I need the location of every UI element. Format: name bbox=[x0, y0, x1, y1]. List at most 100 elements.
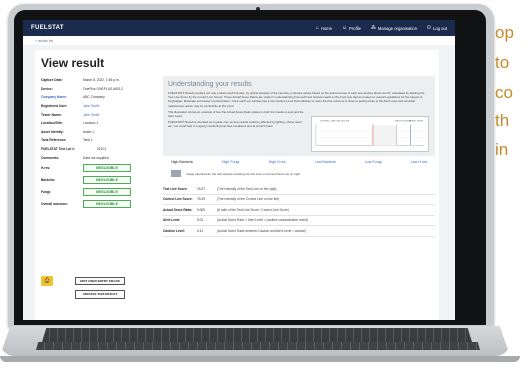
captured-image-row: Image captured for the test window showi… bbox=[171, 170, 300, 177]
score-value: 0.11 bbox=[197, 228, 203, 233]
table-row: Alert Level: 0.01 (Actual Score Ratio > Al… bbox=[163, 216, 435, 226]
field-row: Location/Site: Location 1 bbox=[41, 119, 151, 128]
archive-result-button[interactable]: ARCHIVE THIS RESULT bbox=[75, 290, 125, 299]
status-row-fungi: Fungi: NEGLIGIBLE bbox=[41, 186, 151, 198]
field-value: Asset 1 bbox=[83, 129, 94, 134]
status-badge: NEGLIGIBLE bbox=[83, 163, 131, 172]
field-value: Data not supplied bbox=[83, 155, 109, 160]
field-row: Asset Identity: Asset 1 bbox=[41, 128, 151, 137]
score-ratio-illustration: CONTROL LINE & ALGOCIDE CAUTION LEVEL AL… bbox=[311, 116, 429, 152]
edit-user-entry-fields-button[interactable]: EDIT USER ENTRY FIELDS bbox=[75, 276, 125, 286]
tab-high-hres[interactable]: High H.res bbox=[269, 160, 286, 164]
registered-user-link[interactable]: John Smith bbox=[83, 104, 100, 108]
field-label: Device: bbox=[41, 86, 53, 91]
result-page: View result Capture Date: March 8, 2022, … bbox=[35, 50, 439, 320]
print-icon[interactable]: ⎙ bbox=[41, 276, 53, 286]
nav-logout[interactable]: ⏻ Log out bbox=[427, 25, 447, 31]
score-label: Caution Level: bbox=[163, 228, 185, 233]
tab-low-bacteria[interactable]: Low Bacteria bbox=[315, 160, 336, 164]
nav-home[interactable]: ⌂ Home bbox=[316, 25, 332, 31]
table-row: Test Line Score: 74.07 (The intensity of t… bbox=[163, 184, 435, 195]
tab-high-bacteria[interactable]: High Bacteria bbox=[171, 160, 193, 164]
score-description: (The intensity of the Control Line on th… bbox=[217, 197, 280, 202]
laptop-front-edge bbox=[0, 356, 520, 362]
test-window-thumbnail[interactable] bbox=[171, 170, 181, 177]
field-value: March 8, 2022, 1:55 p.m. bbox=[83, 78, 120, 83]
field-label: FUELSTAT Test Lot #: bbox=[41, 147, 76, 152]
status-badge: NEGLIGIBLE bbox=[83, 199, 131, 208]
keyboard-keys-row bbox=[42, 328, 472, 342]
tester-name-link[interactable]: John Smith bbox=[83, 113, 100, 117]
image-caption: Image captured for the test window showi… bbox=[186, 171, 301, 176]
understanding-results-panel: Understanding your results FUELSTAT® Res… bbox=[163, 76, 435, 156]
field-row: Company Name: ABC Company bbox=[41, 93, 151, 102]
score-value: 74.07 bbox=[197, 186, 205, 191]
result-actions: ⎙ EDIT USER ENTRY FIELDS ARCHIVE THIS RE… bbox=[41, 276, 125, 303]
tab-low-fungi[interactable]: Low Fungi bbox=[365, 160, 382, 164]
action-row: ARCHIVE THIS RESULT bbox=[41, 290, 125, 299]
table-row: Caution Level: 0.11 (Actual Score Ratio be… bbox=[163, 226, 435, 237]
status-badge: NEGLIGIBLE bbox=[83, 187, 131, 196]
status-label: Overall outcome: bbox=[41, 201, 68, 206]
panel-title: Understanding your results bbox=[168, 81, 252, 88]
background-text-fragment: co bbox=[495, 83, 513, 102]
app-logo[interactable]: FUELSTAT bbox=[31, 25, 191, 31]
status-label: Fungi: bbox=[41, 189, 52, 194]
field-label: Tester Name: bbox=[41, 112, 62, 117]
field-label: Capture Date: bbox=[41, 78, 63, 83]
field-value: Tank 1 bbox=[83, 138, 93, 143]
page-title: View result bbox=[41, 56, 105, 70]
field-label: Company Name: bbox=[41, 95, 68, 100]
score-label: Test Line Score: bbox=[163, 186, 188, 191]
table-row: Actual Score Ratio: 0.009 (A ratio of the … bbox=[163, 205, 435, 216]
score-label: Control Line Score: bbox=[163, 197, 193, 202]
main-nav: ⌂ Home ☺ Profile ⁂ Manage organisation ⏻ Log… bbox=[316, 25, 447, 31]
app-screen: FUELSTAT ⌂ Home ☺ Profile ⁂ Manage organisa… bbox=[23, 20, 455, 320]
field-value: 02101 bbox=[97, 147, 107, 152]
tab-high-fungi[interactable]: High Fungi bbox=[222, 160, 239, 164]
score-description: (Actual Score Ratio > Alert Level = posi… bbox=[217, 218, 308, 223]
status-row-bacteria: Bacteria: NEGLIGIBLE bbox=[41, 174, 151, 186]
field-row: FUELSTAT Test Lot #: 02101 bbox=[41, 145, 151, 154]
nav-manage-label: Manage organisation bbox=[377, 25, 418, 31]
user-icon: ☺ bbox=[341, 25, 348, 31]
background-text-fragment: in bbox=[495, 140, 509, 159]
score-label: Alert Level: bbox=[163, 218, 181, 223]
status-label: H.res: bbox=[41, 165, 51, 170]
keyboard-keys-row bbox=[36, 342, 480, 350]
field-value: ABC Company bbox=[83, 95, 105, 100]
score-label: Actual Score Ratio: bbox=[163, 207, 193, 212]
status-row-hres: H.res: NEGLIGIBLE bbox=[41, 162, 151, 174]
nav-profile[interactable]: ☺ Profile bbox=[342, 25, 361, 31]
field-value: Location 1 bbox=[83, 121, 99, 126]
background-text-fragment: th bbox=[495, 111, 510, 130]
nav-manage-organisation[interactable]: ⁂ Manage organisation bbox=[371, 25, 417, 31]
score-value: 74.09 bbox=[197, 197, 205, 202]
result-fields: Capture Date: March 8, 2022, 1:55 p.m. De… bbox=[41, 76, 151, 210]
chart-label-alert: ALERT LEVEL bbox=[409, 120, 424, 123]
nav-logout-label: Log out bbox=[433, 25, 447, 31]
field-row: Capture Date: March 8, 2022, 1:55 p.m. bbox=[41, 76, 151, 85]
field-label: Tank Reference: bbox=[41, 138, 67, 143]
power-icon: ⏻ bbox=[427, 25, 432, 31]
score-value: 0.009 bbox=[197, 207, 205, 212]
panel-paragraph: FUELSTAT® Result provides not only a cle… bbox=[168, 91, 425, 108]
field-label: Registered User: bbox=[41, 104, 68, 109]
table-row: Control Line Score: 74.09 (The intensity o… bbox=[163, 195, 435, 205]
action-row: ⎙ EDIT USER ENTRY FIELDS bbox=[41, 276, 125, 286]
field-row: Registered User: John Smith bbox=[41, 102, 151, 111]
org-icon: ⁂ bbox=[370, 25, 376, 31]
status-label: Bacteria: bbox=[41, 177, 56, 182]
top-navigation-bar: FUELSTAT ⌂ Home ☺ Profile ⁂ Manage organisa… bbox=[23, 20, 455, 36]
nav-home-label: Home bbox=[320, 25, 332, 31]
chart-label-control: CONTROL LINE & ALGOCIDE bbox=[320, 120, 350, 123]
breadcrumb[interactable]: < results list bbox=[23, 36, 455, 45]
field-value: OnePlus ONEPLUS A6013 bbox=[83, 86, 123, 91]
tab-low-hres[interactable]: Low H.res bbox=[411, 160, 427, 164]
field-label: Location/Site: bbox=[41, 121, 63, 126]
status-badge: NEGLIGIBLE bbox=[83, 175, 131, 184]
score-value: 0.01 bbox=[197, 218, 204, 223]
field-label: Asset Identity: bbox=[41, 129, 64, 134]
field-row: Device: OnePlus ONEPLUS A6013 bbox=[41, 85, 151, 94]
panel-paragraph: This illustration shows an example of ho… bbox=[168, 109, 304, 119]
